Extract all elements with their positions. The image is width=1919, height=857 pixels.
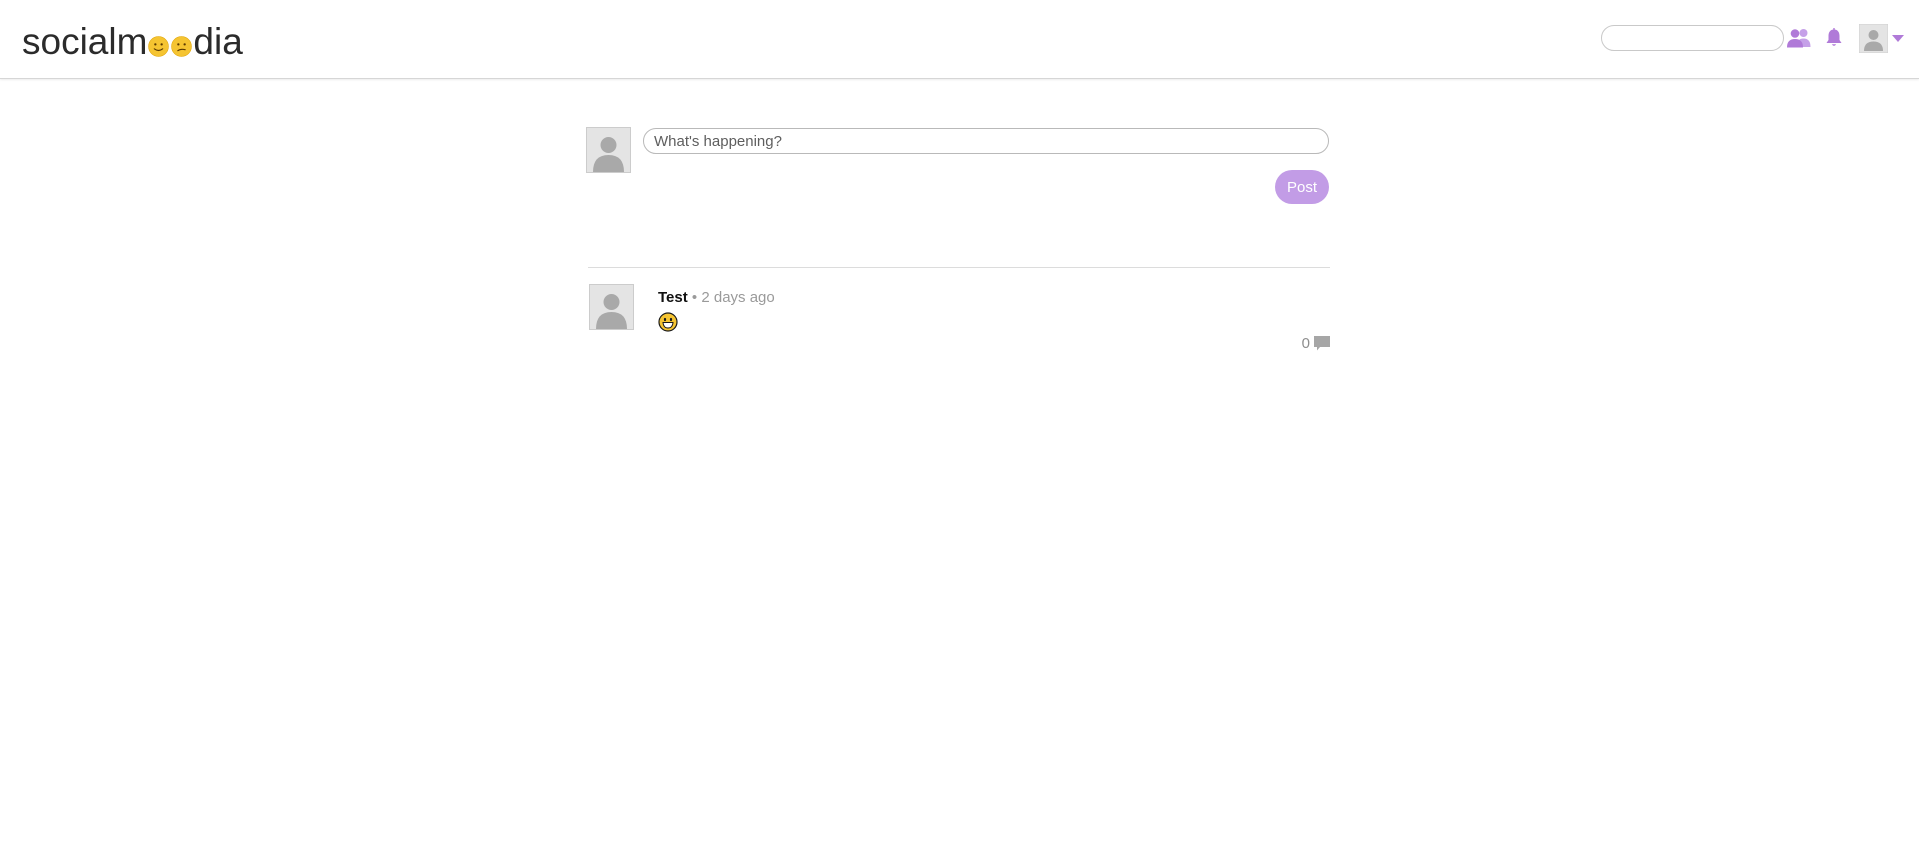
post-timestamp: 2 days ago <box>701 289 775 306</box>
bell-icon[interactable] <box>1825 28 1843 48</box>
comment-count: 0 <box>1301 335 1310 352</box>
post-comments-button[interactable]: 0 <box>1302 335 1330 352</box>
post-meta-separator: • <box>691 289 698 306</box>
chevron-down-icon[interactable] <box>1892 35 1904 43</box>
feed-divider <box>588 267 1330 268</box>
friends-icon[interactable] <box>1786 28 1812 48</box>
post-meta: Test • 2 days ago <box>658 289 775 307</box>
post-button[interactable]: Post <box>1275 170 1329 204</box>
composer-avatar-icon <box>586 127 631 173</box>
slightly-smiling-face-icon <box>148 35 170 57</box>
comment-icon <box>1314 335 1330 350</box>
site-logo[interactable]: socialm dia <box>22 20 243 64</box>
confused-face-icon <box>171 35 193 57</box>
top-navigation-bar: socialm dia <box>0 0 1919 79</box>
post-author-avatar-icon[interactable] <box>589 284 634 330</box>
user-avatar-icon[interactable] <box>1859 24 1888 53</box>
logo-text-end: dia <box>193 21 243 62</box>
status-input[interactable] <box>643 128 1329 154</box>
post-author-name[interactable]: Test <box>658 289 688 306</box>
logo-text-start: socialm <box>22 21 148 62</box>
feed-post: Test • 2 days ago 0 <box>588 283 1330 363</box>
search-input[interactable] <box>1601 25 1784 51</box>
grinning-face-icon <box>658 312 678 332</box>
